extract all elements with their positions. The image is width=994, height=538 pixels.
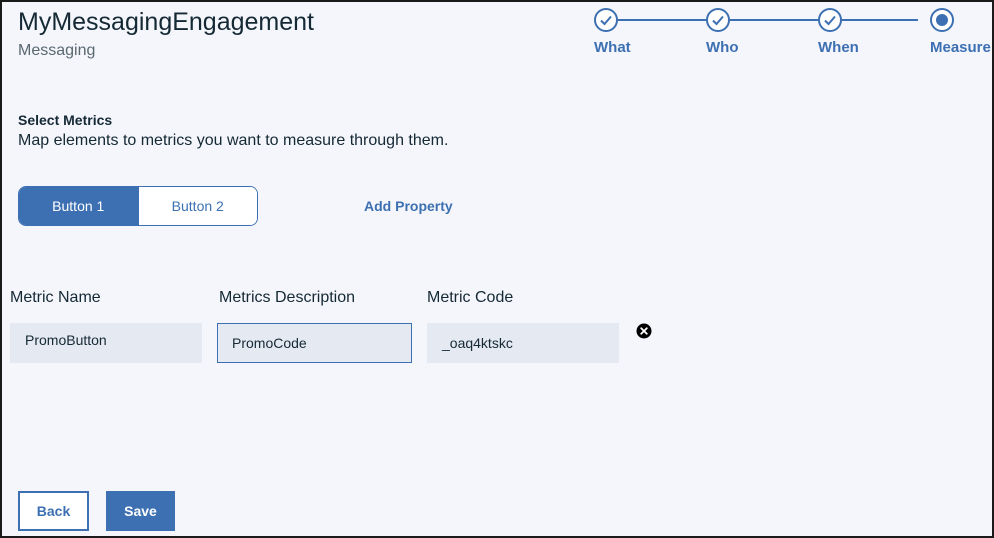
stepper-connector-line	[606, 19, 918, 21]
progress-stepper: What Who When Measure	[582, 8, 992, 58]
metric-name-field[interactable]: PromoButton	[10, 323, 202, 363]
step-label-who: Who	[706, 39, 739, 56]
current-step-icon	[930, 8, 954, 32]
metrics-description-field[interactable]: PromoCode	[217, 323, 412, 363]
checkmark-icon	[706, 8, 730, 32]
metric-code-label: Metric Code	[427, 289, 514, 306]
back-button[interactable]: Back	[18, 491, 89, 531]
checkmark-icon	[818, 8, 842, 32]
button-2-tab[interactable]: Button 2	[137, 187, 257, 225]
metric-code-field[interactable]: _oaq4ktskc	[427, 323, 619, 363]
button-1-tab[interactable]: Button 1	[19, 187, 138, 225]
page-title: MyMessagingEngagement	[18, 8, 314, 36]
step-label-when: When	[818, 39, 859, 56]
close-circle-icon[interactable]	[636, 323, 652, 339]
add-property-link[interactable]: Add Property	[364, 198, 453, 214]
checkmark-icon	[594, 8, 618, 32]
step-label-what: What	[594, 39, 631, 56]
metric-name-label: Metric Name	[10, 289, 101, 306]
section-title: Select Metrics	[18, 112, 113, 128]
engagement-editor-panel: MyMessagingEngagement Messaging What Who…	[0, 0, 994, 538]
step-label-measure: Measure	[930, 39, 991, 56]
section-description: Map elements to metrics you want to meas…	[18, 132, 449, 149]
metrics-description-label: Metrics Description	[219, 289, 356, 306]
page-subtitle: Messaging	[18, 42, 96, 59]
save-button[interactable]: Save	[106, 491, 175, 531]
element-switcher: Button 1 Button 2	[18, 186, 258, 226]
